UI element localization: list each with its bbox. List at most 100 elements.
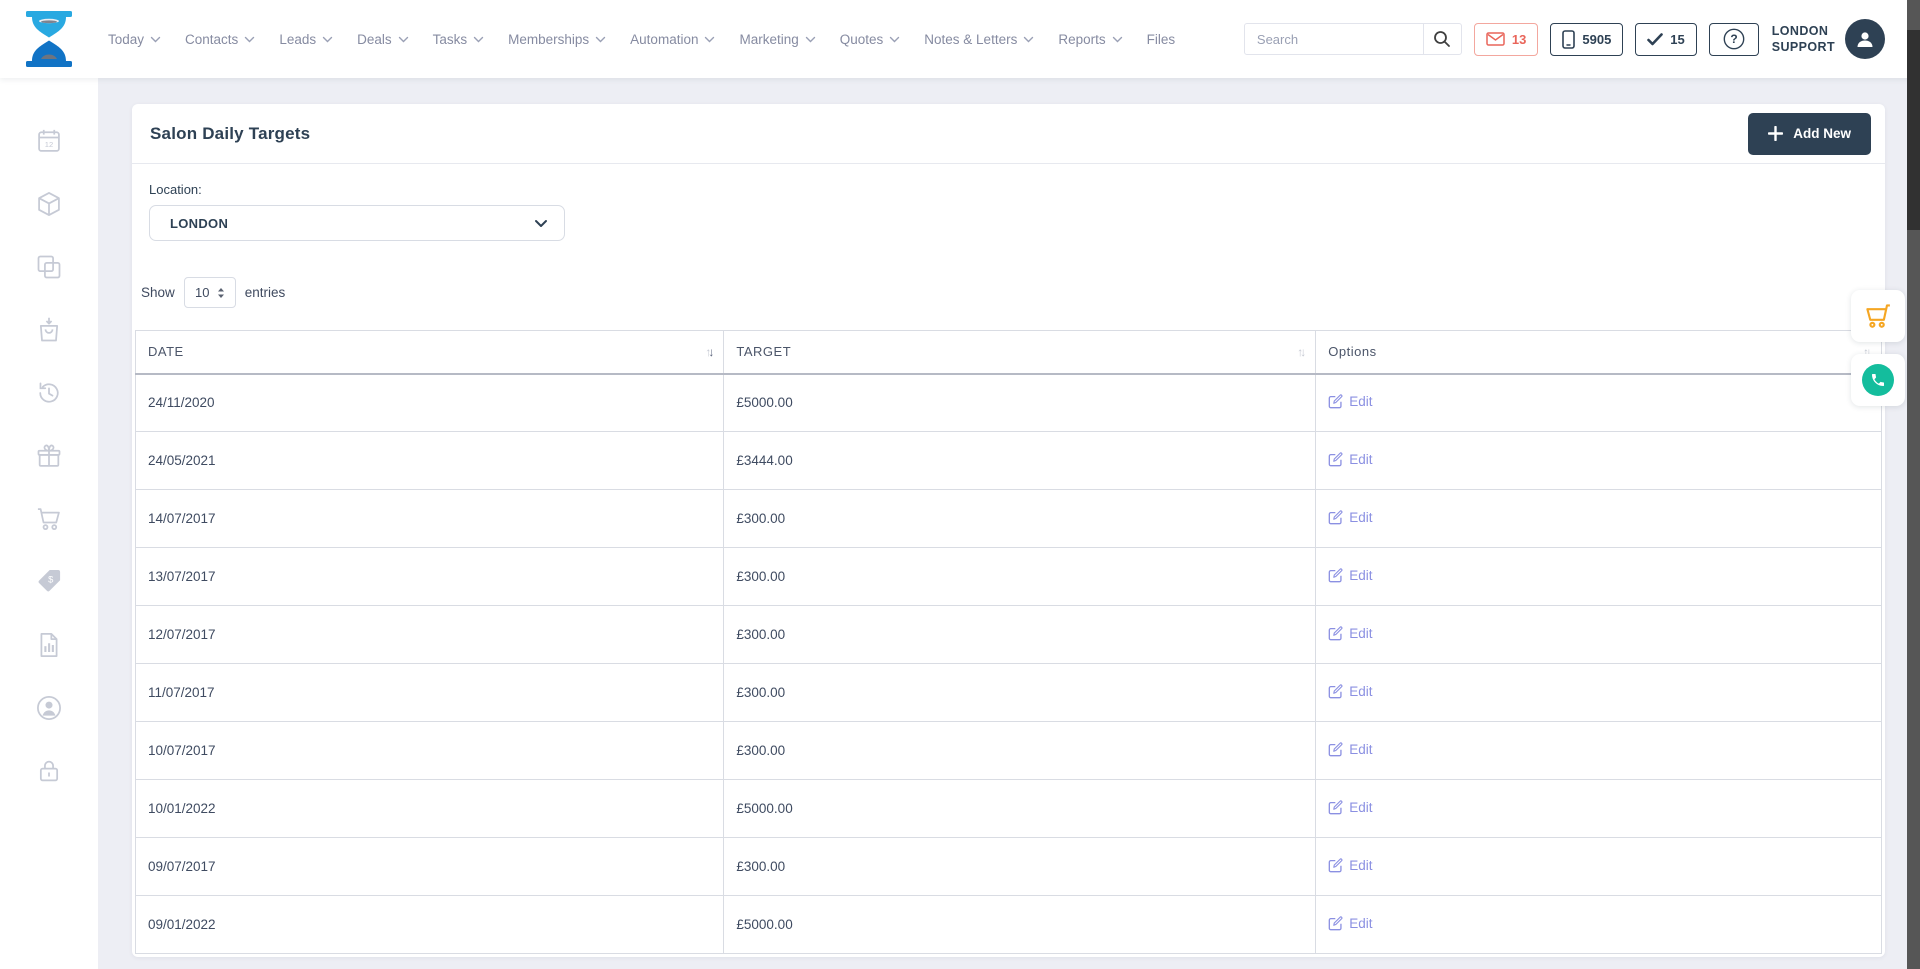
edit-icon	[1328, 568, 1343, 583]
checkmark-icon	[1647, 33, 1663, 46]
chevron-down-icon	[889, 36, 900, 43]
options-cell: Edit	[1316, 374, 1882, 432]
date-cell: 09/07/2017	[136, 838, 724, 896]
cart-widget-button[interactable]	[1851, 290, 1905, 342]
sidebar-item-security[interactable]	[34, 756, 64, 786]
table-row: 11/07/2017 £300.00 Edit	[136, 664, 1882, 722]
scrollbar[interactable]	[1907, 0, 1920, 969]
edit-link[interactable]: Edit	[1328, 916, 1372, 931]
table-row: 10/01/2022 £5000.00 Edit	[136, 780, 1882, 838]
sidebar-item-calendar[interactable]: 12	[34, 126, 64, 156]
copy-icon	[35, 253, 63, 281]
cube-icon	[35, 190, 63, 218]
edit-link[interactable]: Edit	[1328, 626, 1372, 641]
lock-icon	[35, 757, 63, 785]
nav-item-memberships[interactable]: Memberships	[508, 32, 606, 47]
sort-icon: ↑↓	[705, 345, 711, 359]
sidebar-item-products[interactable]	[34, 189, 64, 219]
column-header-options[interactable]: Options↑↓	[1316, 331, 1882, 374]
sidebar-item-account[interactable]	[34, 693, 64, 723]
target-cell: £5000.00	[724, 374, 1316, 432]
logo[interactable]	[0, 9, 98, 69]
location-select[interactable]: LONDON	[149, 205, 565, 241]
nav-item-leads[interactable]: Leads	[279, 32, 333, 47]
edit-link[interactable]: Edit	[1328, 684, 1372, 699]
edit-link[interactable]: Edit	[1328, 510, 1372, 525]
target-cell: £3444.00	[724, 432, 1316, 490]
nav-item-notes-letters[interactable]: Notes & Letters	[924, 32, 1034, 47]
user-icon	[1854, 28, 1876, 50]
sidebar-item-orders[interactable]	[34, 315, 64, 345]
tasks-badge[interactable]: 15	[1635, 23, 1696, 56]
sidebar-item-gifts[interactable]	[34, 441, 64, 471]
edit-link[interactable]: Edit	[1328, 568, 1372, 583]
phone-widget-button[interactable]	[1851, 354, 1905, 406]
hourglass-logo-icon	[23, 9, 75, 69]
price-tag-icon: $	[35, 568, 63, 596]
nav-label: Tasks	[433, 32, 468, 47]
target-cell: £5000.00	[724, 896, 1316, 954]
nav-item-marketing[interactable]: Marketing	[739, 32, 815, 47]
calls-badge[interactable]: 5905	[1550, 23, 1623, 56]
date-cell: 09/01/2022	[136, 896, 724, 954]
search-input[interactable]	[1245, 24, 1423, 54]
search-button[interactable]	[1423, 24, 1461, 54]
edit-link[interactable]: Edit	[1328, 394, 1372, 409]
nav-item-deals[interactable]: Deals	[357, 32, 409, 47]
cart-icon	[1863, 301, 1893, 331]
target-cell: £300.00	[724, 606, 1316, 664]
nav-label: Today	[108, 32, 144, 47]
edit-link[interactable]: Edit	[1328, 858, 1372, 873]
column-header-date[interactable]: DATE↑↓	[136, 331, 724, 374]
messages-badge[interactable]: 13	[1474, 23, 1538, 56]
location-label: Location:	[149, 182, 1882, 197]
targets-table: DATE↑↓ TARGET↑↓ Options↑↓ 24/11/2020 £50…	[135, 330, 1882, 954]
sidebar-item-history[interactable]	[34, 378, 64, 408]
nav-item-reports[interactable]: Reports	[1058, 32, 1122, 47]
page-title: Salon Daily Targets	[150, 124, 310, 144]
target-cell: £5000.00	[724, 780, 1316, 838]
sidebar-item-pricing[interactable]: $	[34, 567, 64, 597]
edit-icon	[1328, 916, 1343, 931]
nav-item-quotes[interactable]: Quotes	[840, 32, 901, 47]
add-new-button[interactable]: Add New	[1748, 113, 1871, 155]
avatar[interactable]	[1845, 19, 1885, 59]
nav-label: Memberships	[508, 32, 589, 47]
help-button[interactable]: ?	[1709, 23, 1759, 56]
nav-item-files[interactable]: Files	[1147, 32, 1176, 47]
target-cell: £300.00	[724, 664, 1316, 722]
date-cell: 10/07/2017	[136, 722, 724, 780]
stepper-icon	[217, 287, 225, 299]
mobile-phone-icon	[1562, 30, 1575, 49]
edit-label: Edit	[1349, 916, 1372, 931]
nav-item-today[interactable]: Today	[108, 32, 161, 47]
add-new-label: Add New	[1793, 126, 1851, 141]
options-cell: Edit	[1316, 664, 1882, 722]
column-label: Options	[1328, 344, 1376, 359]
nav-item-tasks[interactable]: Tasks	[433, 32, 485, 47]
entries-select[interactable]: 10	[184, 277, 236, 308]
main-content: Salon Daily Targets Add New Location: LO…	[98, 78, 1920, 969]
sidebar-item-reports[interactable]	[34, 630, 64, 660]
edit-icon	[1328, 626, 1343, 641]
nav-item-automation[interactable]: Automation	[630, 32, 715, 47]
chevron-down-icon	[595, 36, 606, 43]
show-entries-row: Show 10 entries	[141, 277, 1882, 308]
nav-item-contacts[interactable]: Contacts	[185, 32, 255, 47]
edit-label: Edit	[1349, 742, 1372, 757]
sidebar-item-duplicates[interactable]	[34, 252, 64, 282]
envelope-icon	[1486, 32, 1505, 46]
nav-label: Files	[1147, 32, 1176, 47]
options-cell: Edit	[1316, 838, 1882, 896]
scrollbar-thumb[interactable]	[1907, 30, 1920, 230]
edit-link[interactable]: Edit	[1328, 452, 1372, 467]
column-header-target[interactable]: TARGET↑↓	[724, 331, 1316, 374]
edit-icon	[1328, 800, 1343, 815]
user-name[interactable]: LONDON SUPPORT	[1772, 23, 1835, 56]
edit-link[interactable]: Edit	[1328, 800, 1372, 815]
sidebar-item-shop[interactable]	[34, 504, 64, 534]
search-icon	[1433, 30, 1451, 48]
sort-icon: ↑↓	[1297, 345, 1303, 359]
edit-link[interactable]: Edit	[1328, 742, 1372, 757]
phone-icon	[1870, 372, 1886, 388]
